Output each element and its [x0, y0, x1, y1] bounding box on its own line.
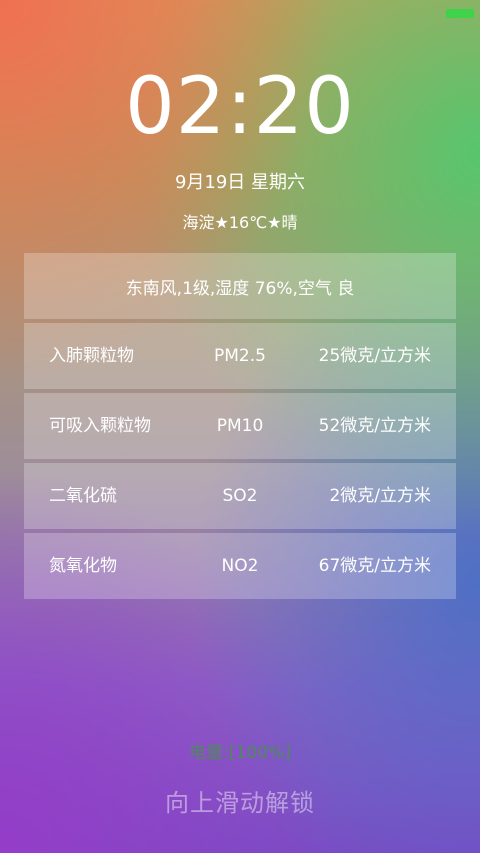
pollutant-code: SO2	[222, 486, 258, 506]
swipe-up-unlock-hint[interactable]: 向上滑动解锁	[0, 783, 480, 818]
weather-summary: 海淀★16℃★晴	[182, 213, 298, 232]
air-quality-row: 入肺颗粒物 PM2.5 25微克/立方米	[24, 323, 456, 389]
pollutant-code: NO2	[221, 556, 259, 576]
pollutant-code: PM10	[216, 416, 264, 436]
pollutant-value: 67微克/立方米	[318, 556, 431, 576]
pollutant-value: 52微克/立方米	[318, 416, 431, 436]
battery-icon	[446, 9, 474, 18]
battery-level-text: 电量:[100%]	[189, 743, 291, 763]
pollutant-value: 2微克/立方米	[329, 486, 431, 506]
wind-humidity-panel: 东南风,1级,湿度 76%,空气 良	[24, 253, 456, 319]
wind-humidity-text: 东南风,1级,湿度 76%,空气 良	[125, 278, 355, 299]
pollutant-code: PM2.5	[214, 346, 266, 366]
air-quality-row: 二氧化硫 SO2 2微克/立方米	[24, 463, 456, 529]
pollutant-name: 可吸入颗粒物	[49, 416, 151, 436]
air-quality-row: 可吸入颗粒物 PM10 52微克/立方米	[24, 393, 456, 459]
clock-date: 9月19日 星期六	[174, 172, 306, 193]
air-quality-row: 氮氧化物 NO2 67微克/立方米	[24, 533, 456, 599]
pollutant-value: 25微克/立方米	[318, 346, 431, 366]
pollutant-name: 入肺颗粒物	[49, 346, 134, 366]
pollutant-name: 氮氧化物	[49, 556, 117, 576]
pollutant-name: 二氧化硫	[49, 486, 117, 506]
clock-time: 02:20	[125, 62, 355, 152]
